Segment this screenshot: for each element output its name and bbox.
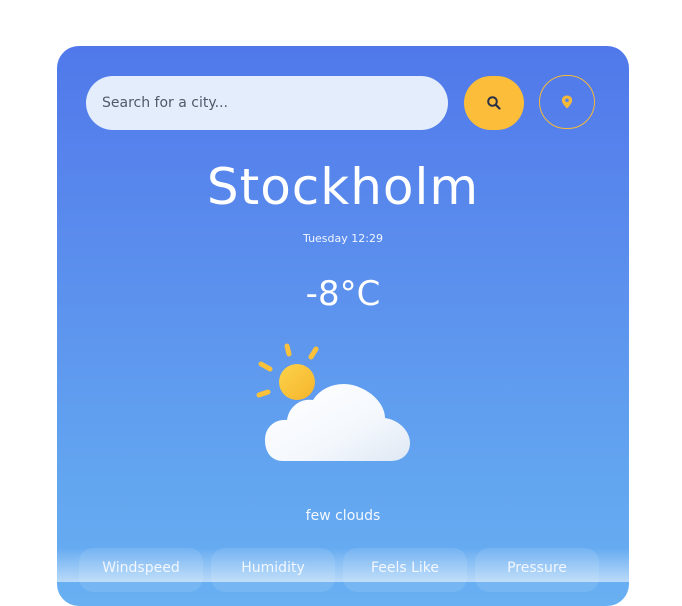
city-name: Stockholm <box>206 158 480 216</box>
temperature: -8°C <box>305 274 381 314</box>
weather-description: few clouds <box>305 508 381 524</box>
feels-like-stat: Feels Like <box>343 548 467 592</box>
pressure-stat: Pressure <box>475 548 599 592</box>
search-icon <box>487 96 501 110</box>
search-input[interactable] <box>86 76 448 130</box>
weather-card: Stockholm Tuesday 12:29 -8°C few clouds <box>57 46 629 606</box>
location-pin-icon <box>561 95 573 109</box>
humidity-stat: Humidity <box>211 548 335 592</box>
windspeed-stat: Windspeed <box>79 548 203 592</box>
search-button[interactable] <box>464 76 524 130</box>
date-time: Tuesday 12:29 <box>303 232 383 245</box>
sun-behind-cloud-icon <box>256 343 410 461</box>
location-button[interactable] <box>539 75 595 129</box>
